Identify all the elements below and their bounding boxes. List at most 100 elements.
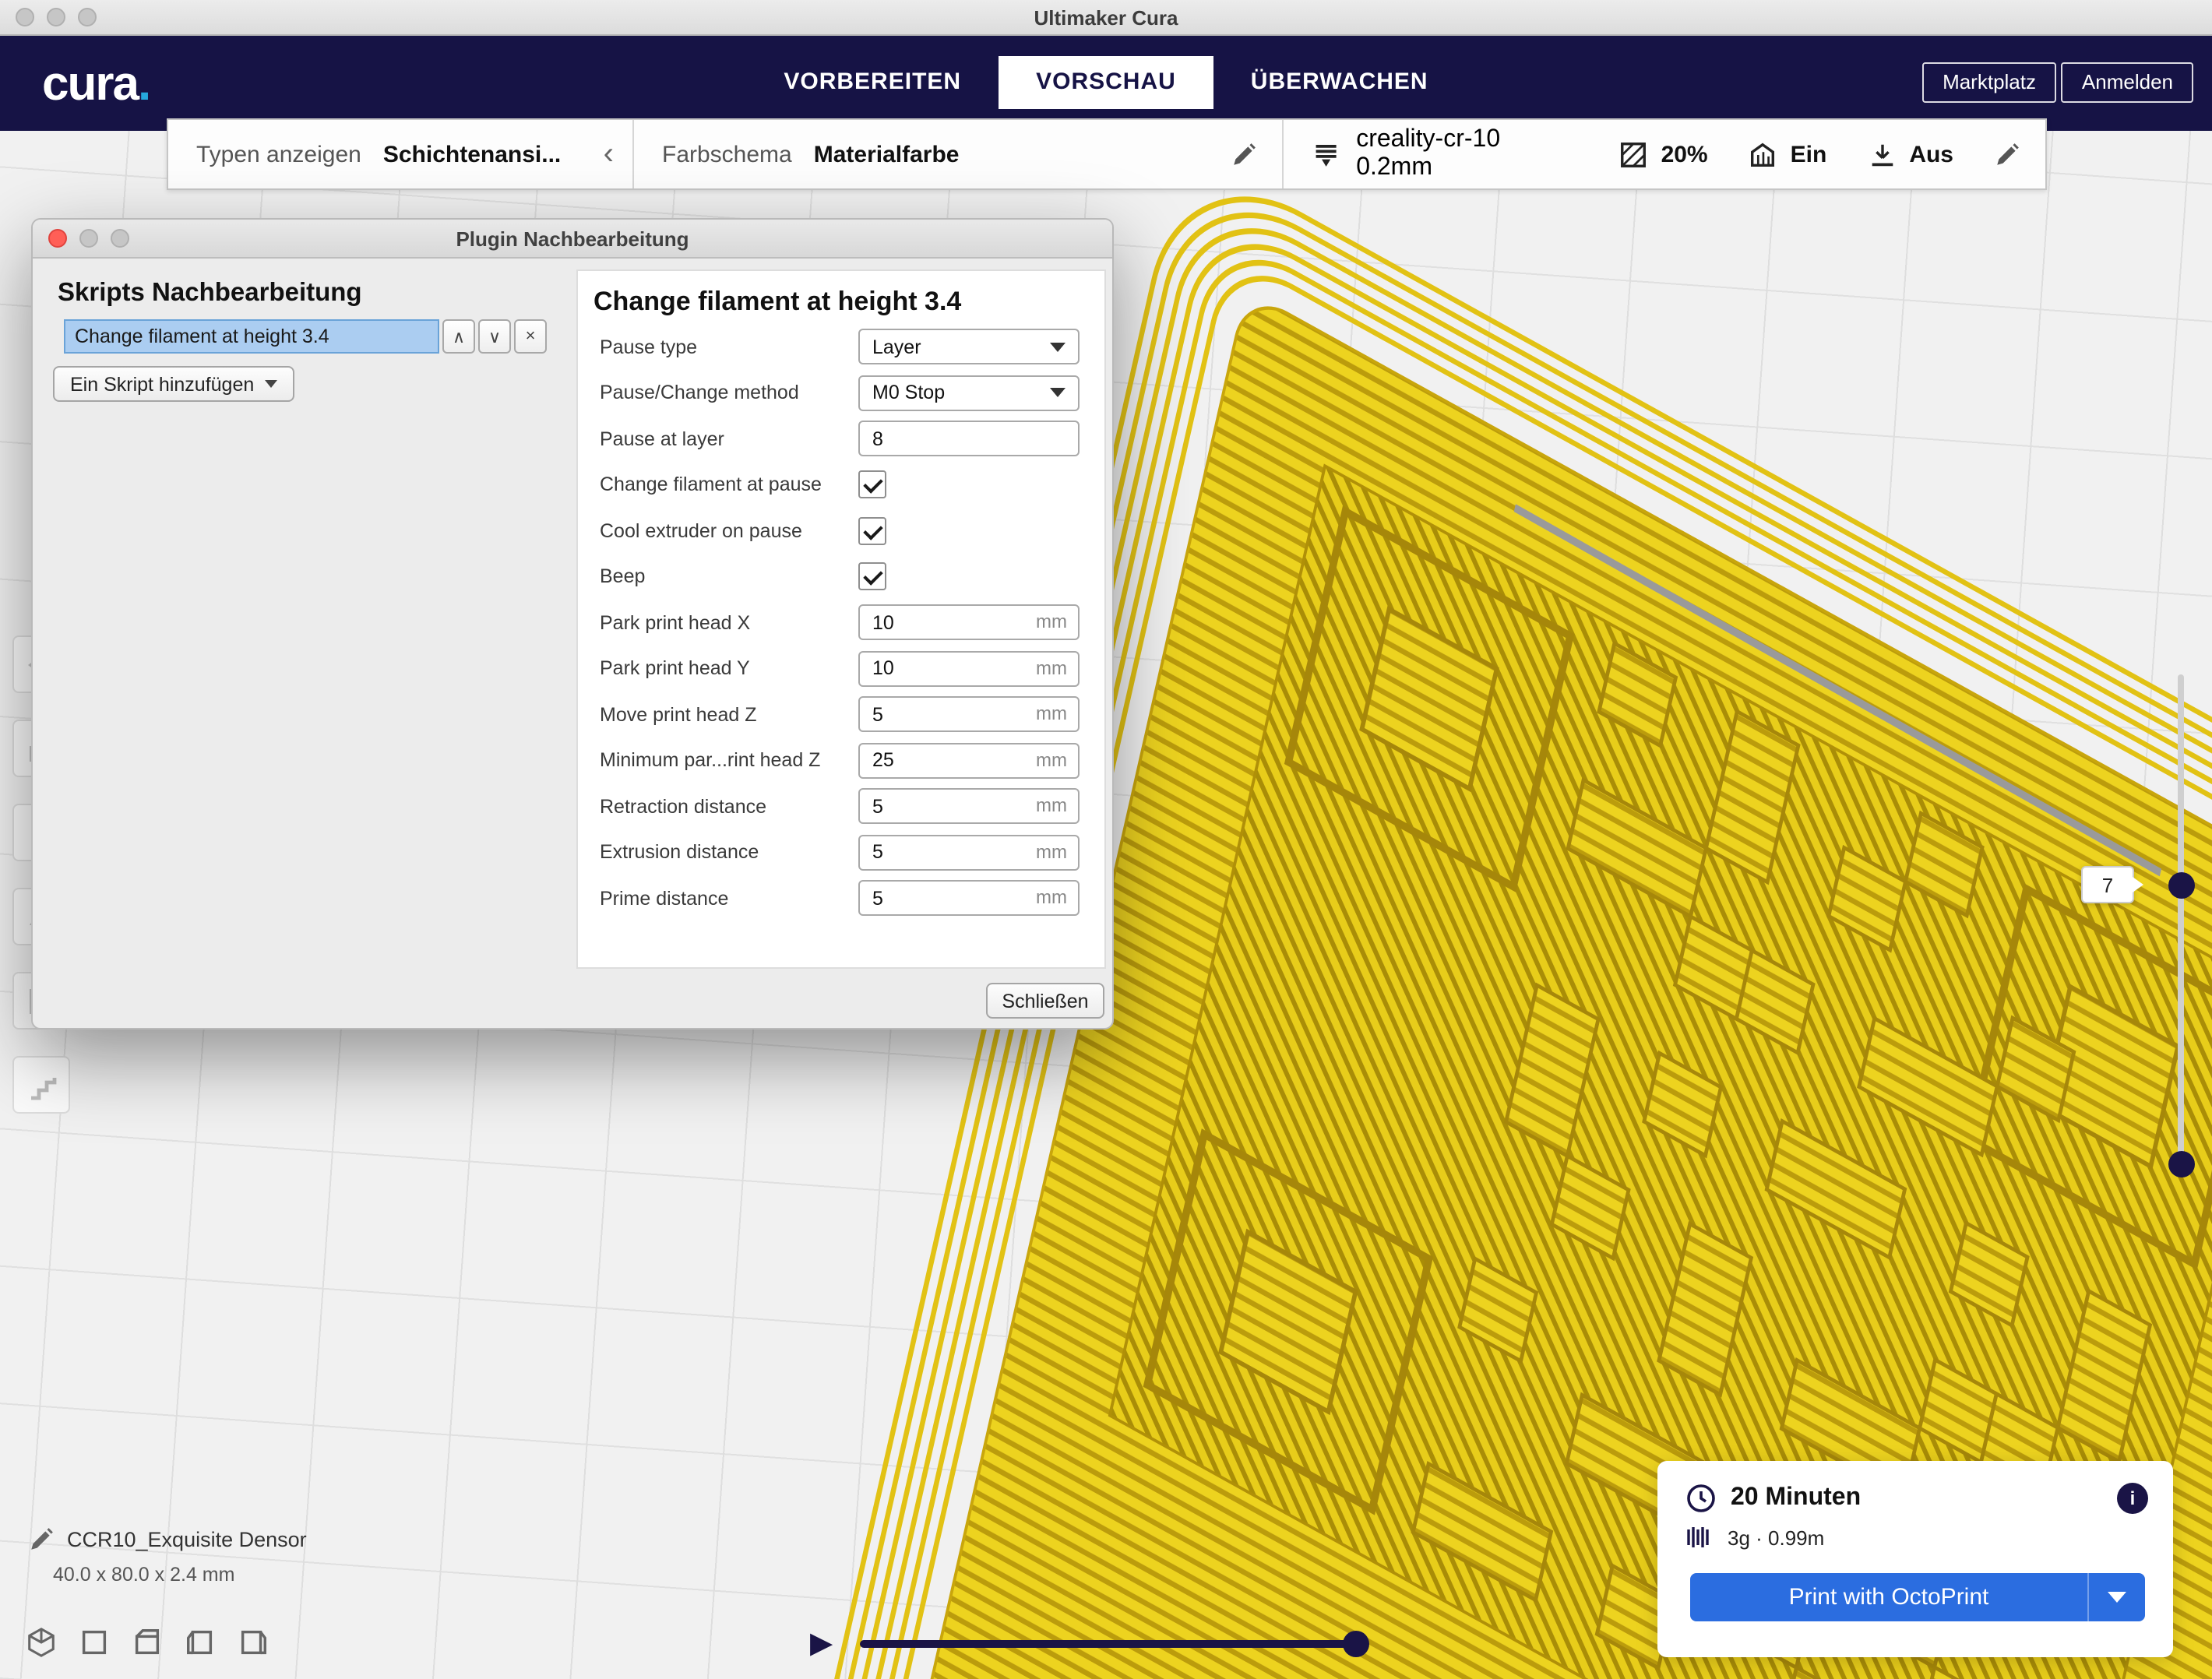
view-right-icon[interactable] xyxy=(237,1626,269,1659)
script-settings-heading: Change filament at height 3.4 xyxy=(594,287,1104,318)
signin-button[interactable]: Anmelden xyxy=(2062,62,2193,103)
change-filament-checkbox[interactable] xyxy=(858,471,886,499)
up-arrow-icon: ∧ xyxy=(453,326,465,347)
view-top-icon[interactable] xyxy=(131,1626,164,1659)
tab-vorbereiten[interactable]: VORBEREITEN xyxy=(746,56,999,109)
adhesion-value: Aus xyxy=(1909,141,1953,167)
view-3d-icon[interactable] xyxy=(25,1626,58,1659)
field-row-beep: Beep xyxy=(600,554,1080,600)
layer-number-tag: 7 xyxy=(2081,866,2134,903)
field-row-min-park-z: Minimum par...rint head Z mm xyxy=(600,737,1080,783)
close-dialog-button[interactable]: Schließen xyxy=(986,983,1104,1019)
color-scheme-label: Farbschema xyxy=(662,141,792,167)
print-settings-section[interactable]: creality-cr-10 0.2mm 20% Ein Aus xyxy=(1282,120,2045,188)
beep-checkbox[interactable] xyxy=(858,563,886,591)
unit-label: mm xyxy=(1036,703,1067,725)
material-usage: 3g · 0.99m xyxy=(1728,1526,1824,1549)
support-setting[interactable]: Ein xyxy=(1749,139,1827,169)
color-scheme-value[interactable]: Materialfarbe xyxy=(814,141,960,167)
scripts-heading: Skripts Nachbearbeitung xyxy=(58,279,362,308)
view-type-value[interactable]: Schichtenansi... xyxy=(383,141,561,167)
add-script-button[interactable]: Ein Skript hinzufügen xyxy=(53,366,294,402)
dialog-zoom-button xyxy=(111,229,129,248)
unit-label: mm xyxy=(1036,795,1067,817)
unit-label: mm xyxy=(1036,841,1067,863)
unit-label: mm xyxy=(1036,611,1067,633)
tab-vorschau[interactable]: VORSCHAU xyxy=(999,56,1213,109)
print-summary-panel: 20 Minuten i 3g · 0.99m Print with OctoP… xyxy=(1657,1461,2173,1657)
pause-method-select[interactable]: M0 Stop xyxy=(858,375,1080,411)
support-icon xyxy=(1749,139,1778,169)
adhesion-icon xyxy=(1867,139,1897,169)
play-icon: ▶ xyxy=(810,1628,833,1660)
edit-print-settings-pencil-icon[interactable] xyxy=(1994,141,2020,167)
model-name: CCR10_Exquisite Densor xyxy=(67,1528,307,1551)
script-list: Change filament at height 3.4 ∧ ∨ × xyxy=(64,319,547,354)
field-row-park-x: Park print head X mm xyxy=(600,600,1080,646)
field-row-pause-type: Pause type Layer xyxy=(600,324,1080,370)
close-window-button[interactable] xyxy=(16,8,34,26)
tab-ueberwachen[interactable]: ÜBERWACHEN xyxy=(1213,56,1466,109)
layer-steps-icon xyxy=(24,1068,58,1102)
chevron-left-icon[interactable]: ‹ xyxy=(604,136,614,172)
timeline-track[interactable] xyxy=(860,1640,1361,1648)
field-row-pause-layer: Pause at layer xyxy=(600,416,1080,462)
infill-value: 20% xyxy=(1661,141,1708,167)
view-left-icon[interactable] xyxy=(184,1626,217,1659)
down-arrow-icon: ∨ xyxy=(488,326,501,347)
layer-slider-handle-top[interactable] xyxy=(2168,872,2195,899)
script-list-item-selected[interactable]: Change filament at height 3.4 xyxy=(64,319,439,354)
layer-number: 7 xyxy=(2102,873,2113,896)
adhesion-setting[interactable]: Aus xyxy=(1867,139,1953,169)
marketplace-button[interactable]: Marktplatz xyxy=(1922,62,2056,103)
clock-icon xyxy=(1685,1483,1717,1514)
move-script-down-button[interactable]: ∨ xyxy=(478,319,511,354)
infill-icon xyxy=(1619,139,1649,169)
info-icon[interactable]: i xyxy=(2117,1483,2148,1514)
color-scheme-section[interactable]: Farbschema Materialfarbe xyxy=(632,120,1282,188)
dialog-titlebar[interactable]: Plugin Nachbearbeitung xyxy=(33,220,1112,259)
move-script-up-button[interactable]: ∧ xyxy=(442,319,475,354)
view-type-label: Typen anzeigen xyxy=(196,141,361,167)
print-octoprint-button[interactable]: Print with OctoPrint xyxy=(1690,1573,2145,1621)
pause-type-select[interactable]: Layer xyxy=(858,329,1080,365)
script-settings-form: Pause type Layer Pause/Change method M0 … xyxy=(600,324,1080,921)
chevron-down-icon xyxy=(1050,389,1065,398)
macos-titlebar: Ultimaker Cura xyxy=(0,0,2212,36)
edit-view-pencil-icon[interactable] xyxy=(1231,141,1257,167)
field-row-retraction: Retraction distance mm xyxy=(600,783,1080,829)
timeline-handle[interactable] xyxy=(1343,1631,1369,1657)
view-type-section[interactable]: Typen anzeigen Schichtenansi... ‹ xyxy=(168,120,632,188)
layer-slider-handle-bottom[interactable] xyxy=(2168,1151,2195,1177)
chevron-down-icon xyxy=(1050,343,1065,352)
cool-extruder-checkbox[interactable] xyxy=(858,517,886,545)
post-processing-dialog: Plugin Nachbearbeitung Skripts Nachbearb… xyxy=(31,218,1114,1030)
dialog-minimize-button xyxy=(79,229,98,248)
print-output-dropdown[interactable] xyxy=(2087,1573,2145,1621)
rename-pencil-icon[interactable] xyxy=(28,1526,55,1553)
script-settings-card: Change filament at height 3.4 Pause type… xyxy=(576,269,1106,969)
minimize-window-button[interactable] xyxy=(47,8,65,26)
app-window: 7 ▶ CCR10_Exquisite Densor 40.0 x 80.0 x… xyxy=(0,0,2212,1679)
dialog-close-button[interactable] xyxy=(48,229,67,248)
play-button[interactable]: ▶ xyxy=(810,1626,833,1662)
view-front-icon[interactable] xyxy=(78,1626,111,1659)
printer-profile-value[interactable]: creality-cr-10 0.2mm xyxy=(1356,126,1578,182)
remove-script-button[interactable]: × xyxy=(514,319,547,354)
layer-slider-track[interactable] xyxy=(2178,674,2184,1170)
printhead-icon xyxy=(1312,139,1340,169)
zoom-window-button[interactable] xyxy=(78,8,97,26)
unit-label: mm xyxy=(1036,749,1067,771)
print-time: 20 Minuten xyxy=(1731,1484,1861,1512)
field-row-move-z: Move print head Z mm xyxy=(600,692,1080,737)
add-script-label: Ein Skript hinzufügen xyxy=(70,373,254,395)
unit-label: mm xyxy=(1036,657,1067,679)
infill-setting[interactable]: 20% xyxy=(1619,139,1708,169)
field-row-change-filament: Change filament at pause xyxy=(600,462,1080,508)
pause-layer-input[interactable] xyxy=(858,421,1080,457)
model-size: 40.0 x 80.0 x 2.4 mm xyxy=(53,1564,307,1586)
material-spool-icon xyxy=(1685,1525,1714,1550)
support-blocker-button[interactable] xyxy=(12,1056,70,1114)
preview-toolbar: Typen anzeigen Schichtenansi... ‹ Farbsc… xyxy=(167,118,2047,190)
remove-icon: × xyxy=(526,327,536,346)
